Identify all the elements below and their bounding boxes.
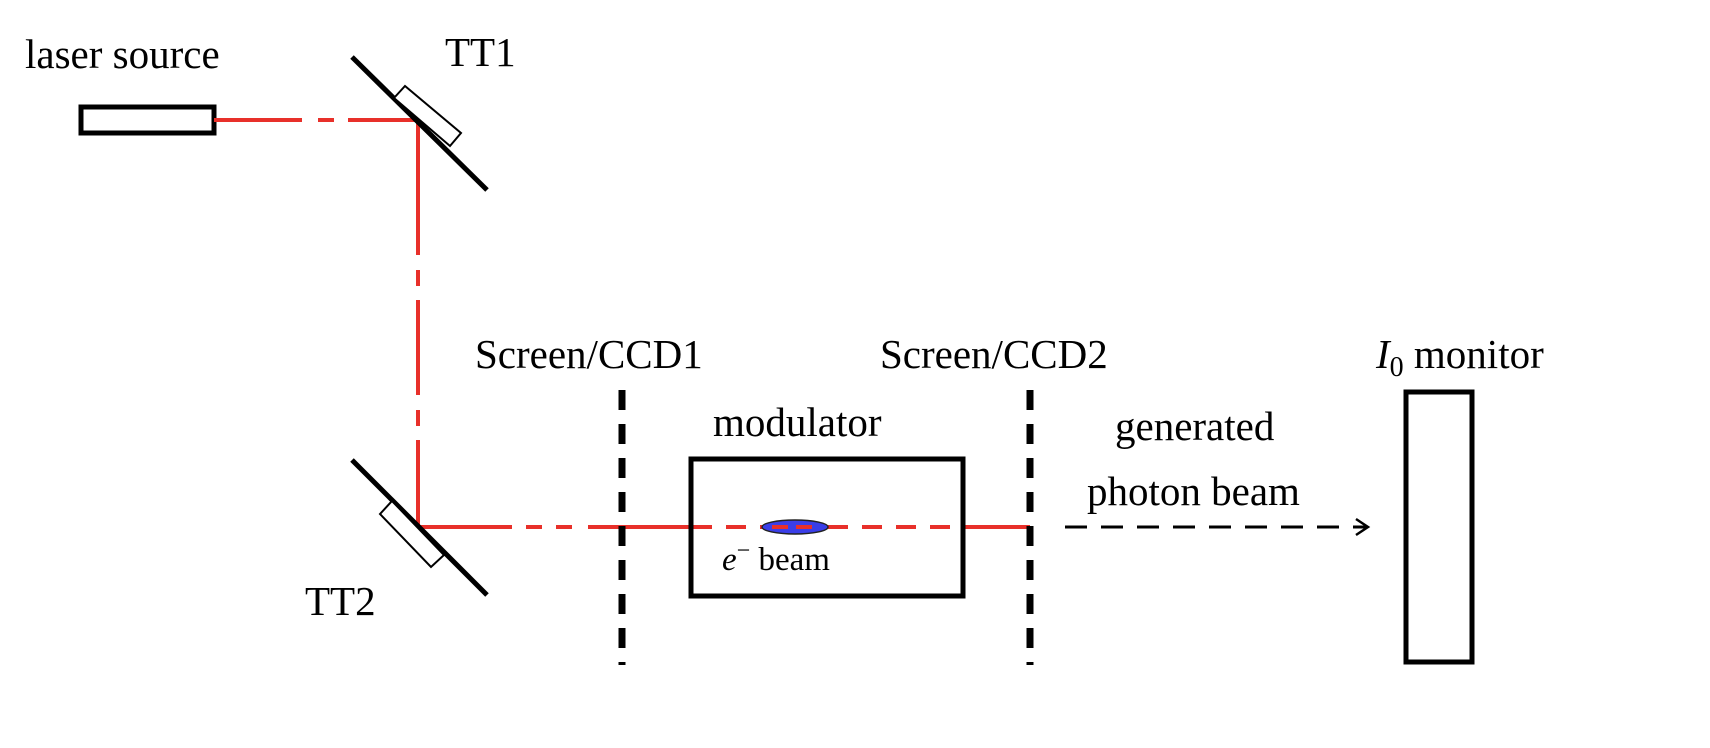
- label-e-beam: e− beam: [722, 538, 830, 578]
- label-photon-beam: photon beam: [1087, 468, 1300, 514]
- label-i0-monitor: I0 monitor: [1375, 331, 1544, 383]
- label-laser-source: laser source: [25, 31, 220, 77]
- label-generated: generated: [1115, 403, 1274, 449]
- beamline-diagram: laser source TT1 TT2 Screen/CCD1 Screen/…: [25, 29, 1544, 665]
- laser-source-box: [78, 104, 217, 136]
- label-tt1: TT1: [445, 29, 516, 75]
- label-tt2: TT2: [305, 578, 376, 624]
- electron-beam: [761, 519, 829, 535]
- label-screen-ccd2: Screen/CCD2: [880, 331, 1108, 377]
- i0-monitor-box: [1403, 389, 1475, 665]
- label-modulator: modulator: [713, 399, 882, 445]
- label-screen-ccd1: Screen/CCD1: [475, 331, 703, 377]
